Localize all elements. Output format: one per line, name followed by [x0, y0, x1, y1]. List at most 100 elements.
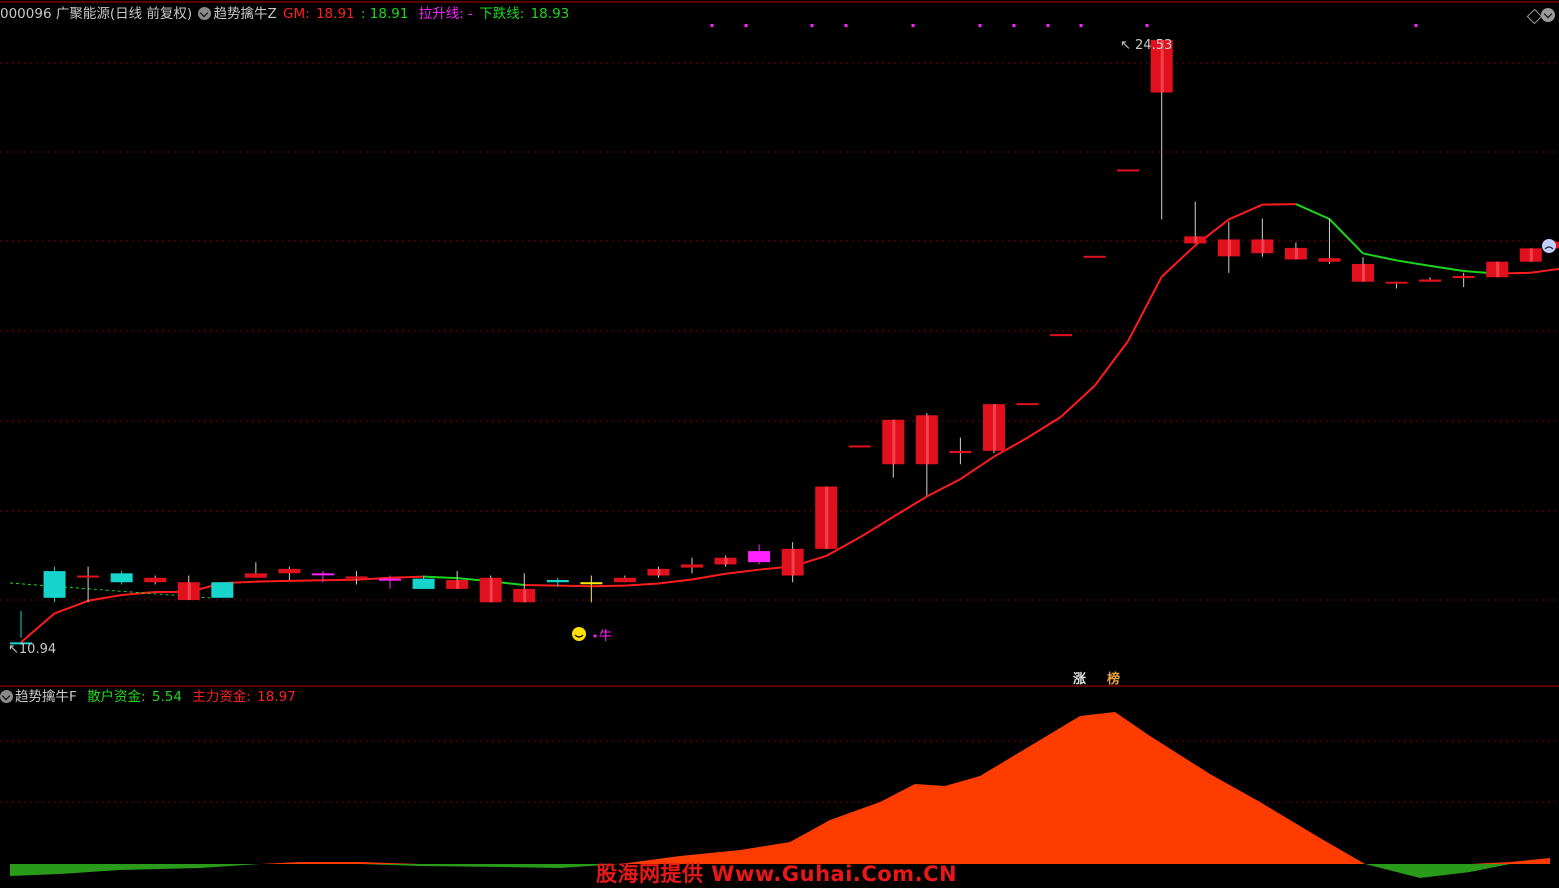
main-label: 主力资金: [192, 689, 251, 705]
signal-dot [710, 24, 714, 27]
candle-highlight [657, 568, 661, 576]
chart-markers [572, 239, 1556, 641]
candle-body [278, 568, 301, 574]
trend-segment [1093, 340, 1129, 387]
gm-value2: : 18.91 [360, 6, 409, 22]
trend-segment [1328, 218, 1364, 255]
candle-highlight [456, 580, 460, 589]
price-grid [0, 1, 1559, 803]
candle-body [1419, 279, 1442, 282]
trend-segment [691, 572, 726, 581]
candle-body [110, 573, 133, 583]
trend-segment [423, 575, 458, 580]
low-price-value: 10.94 [18, 642, 57, 657]
trend-segment [1026, 415, 1062, 439]
candle-body [1016, 403, 1039, 406]
stock-label: 000096 广聚能源(日线 前复权) [0, 6, 193, 22]
expand-icon[interactable] [1541, 8, 1555, 22]
trend-segment [289, 579, 323, 582]
candle-body [412, 578, 435, 589]
signal-dot [978, 24, 982, 27]
signal-dot [911, 24, 915, 27]
candle-body [144, 577, 167, 583]
signal-dot [1414, 24, 1418, 27]
trend-segment [658, 578, 693, 585]
trend-segment [959, 455, 995, 480]
candle-highlight [1496, 261, 1500, 278]
trend-segment [725, 568, 760, 575]
kline-chart[interactable] [0, 0, 1559, 888]
trend-segment [1396, 259, 1431, 267]
watermark: 股海网提供 Www.Guhai.Com.CN [596, 862, 958, 886]
candle-highlight [1294, 247, 1298, 260]
trend-segment [1060, 385, 1096, 418]
candle-body [1385, 281, 1408, 284]
candle-body [1318, 258, 1341, 262]
signal-dot [744, 24, 748, 27]
candle-highlight [523, 588, 527, 603]
indicator-name[interactable]: 趋势擒牛Z [213, 6, 276, 22]
candle-highlight [1261, 239, 1265, 254]
candle-body [949, 450, 972, 454]
fund-flow-area [10, 712, 1550, 878]
ranking-badge[interactable]: 榜 [1107, 668, 1120, 687]
main-value: 18.97 [257, 689, 296, 705]
trend-segment [20, 612, 56, 644]
trend-segment [524, 584, 558, 587]
trend-segment [1228, 203, 1263, 221]
candle-highlight [925, 415, 929, 465]
trend-segment [87, 594, 122, 602]
retail-label: 散户资金: [87, 689, 146, 705]
candle-body [580, 582, 603, 585]
bull-tag: ⋆牛 [591, 629, 613, 644]
candle-body [1083, 255, 1106, 258]
candle-highlight [1362, 263, 1365, 282]
low-price-label: ↖10.94 [8, 642, 57, 657]
bull-tag-text: 牛 [599, 629, 613, 644]
candle-body [1452, 275, 1475, 279]
sad-face-icon [1542, 239, 1556, 253]
trend-segment [1127, 276, 1163, 342]
candle-highlight [1194, 236, 1198, 244]
collapse-icon[interactable] [198, 7, 212, 20]
down-line-value: 18.93 [530, 6, 570, 22]
high-price-value: 24.53 [1135, 38, 1173, 53]
candle-body [43, 571, 66, 598]
trend-segment [54, 599, 89, 615]
high-price-label: ↖ 24.53 [1120, 38, 1173, 53]
candle-body [681, 564, 703, 568]
up-line-label: 拉升线: - [418, 6, 473, 22]
down-line-label: 下跌线: [479, 6, 525, 22]
candle-highlight [1529, 248, 1533, 262]
candle-body [748, 551, 771, 563]
trend-segment [1362, 252, 1397, 262]
trend-segment [591, 584, 625, 588]
candle-body [244, 573, 267, 578]
candle-body [211, 582, 234, 598]
candle-highlight [791, 548, 795, 576]
signal-dot [1145, 24, 1149, 27]
trend-segment [1429, 264, 1464, 272]
candle-highlight [724, 557, 728, 565]
sub-indicator-name[interactable]: 趋势擒牛F [15, 689, 77, 705]
retail-value: 5.54 [151, 689, 182, 705]
signal-dot [1046, 24, 1050, 27]
trend-segment [859, 515, 894, 539]
candle-highlight [187, 582, 191, 601]
candle-highlight [892, 419, 896, 465]
signal-dot [810, 24, 814, 27]
trend-segment [892, 495, 928, 518]
signal-dot [1079, 24, 1083, 27]
candle-body [1050, 334, 1073, 337]
candlestick-series [10, 40, 1559, 645]
collapse-icon[interactable] [0, 690, 13, 703]
limit-up-badge[interactable]: 涨 [1073, 668, 1086, 687]
trend-segment [624, 582, 659, 587]
trend-segment [1530, 267, 1559, 274]
fund-positive-area [10, 712, 1550, 864]
trend-segment [926, 478, 961, 498]
trend-line [9, 203, 1559, 644]
candle-highlight [1227, 239, 1231, 257]
trend-segment [390, 575, 424, 579]
trend-segment [1262, 203, 1296, 206]
